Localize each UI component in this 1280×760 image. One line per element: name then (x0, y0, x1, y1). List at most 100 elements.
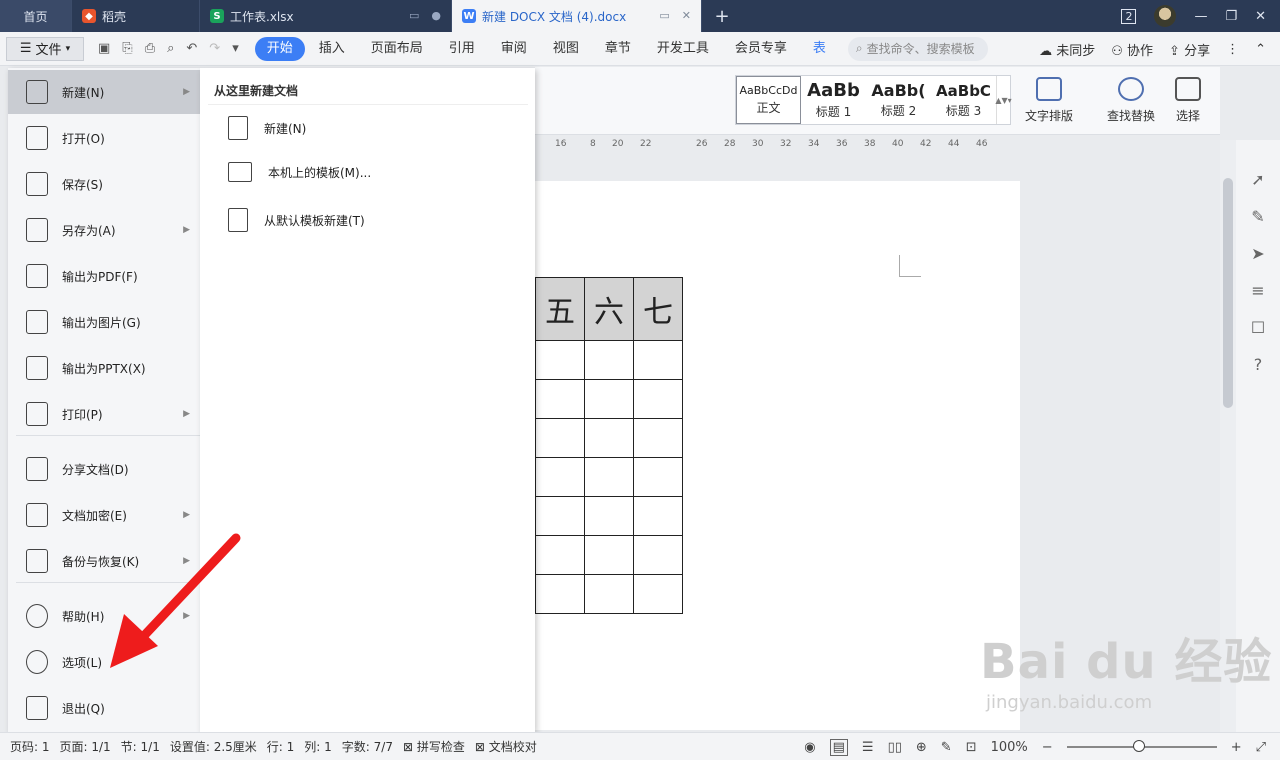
bag-icon[interactable]: ☐ (1251, 318, 1265, 337)
file-menu-item-options[interactable]: 选项(L) (8, 640, 200, 684)
file-menu-item-encrypt[interactable]: 文档加密(E) ▶ (8, 493, 200, 537)
eye-icon[interactable]: ◉ (804, 740, 815, 755)
table-cell[interactable] (535, 574, 585, 614)
table-header-cell[interactable]: 六 (584, 277, 634, 341)
table-cell[interactable] (584, 340, 634, 380)
tab-page-layout[interactable]: 页面布局 (359, 37, 435, 61)
pen-icon[interactable]: ✎ (1251, 207, 1264, 226)
status-page-number[interactable]: 页码: 1 (10, 738, 50, 755)
file-menu-item-open[interactable]: 打开(O) (8, 116, 200, 160)
zoom-level[interactable]: 100% (991, 740, 1028, 755)
table-cell[interactable] (633, 574, 683, 614)
zoom-in-icon[interactable]: + (1231, 740, 1242, 755)
tab-spreadsheet[interactable]: S 工作表.xlsx ▭ ● (200, 0, 452, 32)
tab-references[interactable]: 引用 (437, 37, 487, 61)
share-export-icon[interactable]: ⎘ (122, 41, 132, 56)
save-icon[interactable]: ▣ (98, 41, 110, 56)
file-menu-item-export-pptx[interactable]: 输出为PPTX(X) (8, 346, 200, 390)
status-column[interactable]: 列: 1 (304, 738, 332, 755)
tab-start[interactable]: 开始 (254, 36, 305, 61)
table-cell[interactable] (584, 535, 634, 575)
share-button[interactable]: ⇪ 分享 (1169, 40, 1210, 59)
file-menu-item-save[interactable]: 保存(S) (8, 162, 200, 206)
style-normal[interactable]: AaBbCcDd 正文 (736, 76, 801, 124)
file-menu-item-export-image[interactable]: 输出为图片(G) (8, 300, 200, 344)
monitor-icon[interactable]: ▭ (409, 9, 419, 22)
table-cell[interactable] (535, 418, 585, 458)
help-icon[interactable]: ? (1254, 355, 1263, 374)
table-cell[interactable] (633, 535, 683, 575)
file-menu-item-exit[interactable]: 退出(Q) (8, 686, 200, 730)
table-cell[interactable] (535, 496, 585, 536)
submenu-new[interactable]: 新建(N) (228, 116, 306, 140)
tab-document[interactable]: W 新建 DOCX 文档 (4).docx ▭ ✕ (452, 0, 702, 32)
web-view-icon[interactable]: ⊕ (916, 740, 927, 755)
tab-insert[interactable]: 插入 (307, 37, 357, 61)
find-replace-button[interactable]: 查找替换 (1107, 77, 1155, 124)
monitor-icon[interactable]: ▭ (659, 9, 669, 22)
avatar[interactable] (1154, 5, 1177, 27)
proofread-button[interactable]: ⊠ 文档校对 (475, 738, 537, 755)
file-menu-item-new[interactable]: 新建(N) ▶ (8, 70, 200, 114)
table-cell[interactable] (633, 457, 683, 497)
spell-check-button[interactable]: ⊠ 拼写检查 (403, 738, 465, 755)
tab-member[interactable]: 会员专享 (723, 37, 799, 61)
cursor-icon[interactable]: ➤ (1251, 244, 1264, 263)
submenu-local-template[interactable]: 本机上的模板(M)... (228, 162, 371, 182)
status-row[interactable]: 行: 1 (267, 738, 295, 755)
table-cell[interactable] (535, 379, 585, 419)
table-cell[interactable] (633, 418, 683, 458)
tab-view[interactable]: 视图 (541, 37, 591, 61)
scrollbar-thumb[interactable] (1223, 178, 1233, 408)
minimize-icon[interactable]: — (1194, 9, 1207, 24)
table-cell[interactable] (633, 496, 683, 536)
collapse-ribbon-icon[interactable]: ⌃ (1255, 42, 1266, 57)
close-icon[interactable]: ✕ (1255, 9, 1266, 24)
file-menu-item-save-as[interactable]: 另存为(A) ▶ (8, 208, 200, 252)
redo-icon[interactable]: ↷ (209, 41, 220, 56)
tab-review[interactable]: 审阅 (489, 37, 539, 61)
table-header-cell[interactable]: 七 (633, 277, 683, 341)
print-preview-icon[interactable]: ⌕ (167, 41, 174, 56)
select-button[interactable]: 选择 (1175, 77, 1201, 124)
outline-view-icon[interactable]: ☰ (862, 740, 874, 755)
file-menu-item-help[interactable]: 帮助(H) ▶ (8, 594, 200, 638)
zoom-out-icon[interactable]: − (1042, 740, 1053, 755)
document-page[interactable]: 五 六 七 (535, 181, 1020, 730)
file-menu-item-backup-restore[interactable]: 备份与恢复(K) ▶ (8, 539, 200, 583)
zoom-slider-knob[interactable] (1132, 740, 1145, 752)
status-word-count[interactable]: 字数: 7/7 (342, 738, 393, 755)
collaborate-button[interactable]: ⚇ 协作 (1111, 40, 1153, 59)
undo-icon[interactable]: ↶ (186, 41, 197, 56)
style-heading-3[interactable]: AaBbC 标题 3 (931, 76, 996, 124)
tab-developer[interactable]: 开发工具 (645, 37, 721, 61)
table-header-cell[interactable]: 五 (535, 277, 585, 341)
fullscreen-icon[interactable]: ⤢ (1256, 740, 1266, 755)
file-menu-button[interactable]: ☰ 文件 ▾ (6, 36, 84, 61)
table-cell[interactable] (535, 535, 585, 575)
tab-home[interactable]: 首页 (0, 0, 72, 32)
table-cell[interactable] (584, 379, 634, 419)
customize-icon[interactable]: ▾ (232, 41, 239, 56)
table-cell[interactable] (584, 574, 634, 614)
style-heading-2[interactable]: AaBb( 标题 2 (866, 76, 931, 124)
rocket-icon[interactable]: ➚ (1251, 170, 1264, 189)
file-menu-item-share-document[interactable]: 分享文档(D) (8, 447, 200, 491)
table-cell[interactable] (535, 457, 585, 497)
reading-view-icon[interactable]: ▯▯ (888, 740, 902, 755)
annotate-icon[interactable]: ✎ (941, 740, 952, 755)
restore-icon[interactable]: ❐ (1225, 9, 1237, 24)
table-cell[interactable] (584, 457, 634, 497)
status-section[interactable]: 节: 1/1 (121, 738, 160, 755)
table-cell[interactable] (633, 379, 683, 419)
sliders-icon[interactable]: ≡ (1251, 281, 1264, 300)
file-menu-item-export-pdf[interactable]: 输出为PDF(F) (8, 254, 200, 298)
table-cell[interactable] (584, 496, 634, 536)
style-gallery-scroll[interactable]: ▲▼▾ (995, 76, 1012, 124)
status-pages[interactable]: 页面: 1/1 (60, 738, 111, 755)
add-tab-button[interactable]: + (702, 0, 742, 32)
sync-button[interactable]: ☁ 未同步 (1039, 40, 1095, 59)
tab-table[interactable]: 表 (801, 37, 838, 61)
document-table[interactable]: 五 六 七 (535, 277, 683, 614)
table-cell[interactable] (633, 340, 683, 380)
